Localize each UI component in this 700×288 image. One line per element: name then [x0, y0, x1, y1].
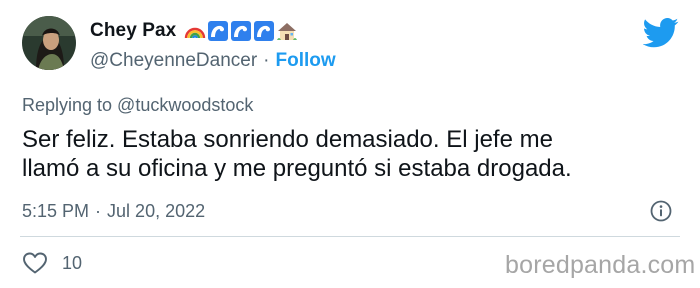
tweet-card: Chey Pax @CheyenneDancer · Follow Replyi… — [0, 0, 700, 288]
tweet-date: Jul 20, 2022 — [107, 200, 206, 221]
twitter-bird-icon[interactable] — [643, 18, 679, 48]
handle-separator: · — [263, 50, 270, 71]
like-count: 10 — [62, 252, 83, 273]
author-name-row: Chey Pax — [90, 19, 298, 43]
follow-button[interactable]: Follow — [276, 50, 336, 72]
house-emoji-icon — [277, 23, 298, 40]
watermark: boredpanda.com — [505, 251, 696, 279]
tweet-time: 5:15 PM — [22, 200, 90, 221]
tweet-text: Ser feliz. Estaba sonriendo demasiado. E… — [22, 126, 572, 182]
display-name[interactable]: Chey Pax — [90, 20, 176, 42]
name-emojis — [184, 20, 298, 42]
like-action[interactable]: 10 — [22, 250, 82, 276]
author-handle-row: @CheyenneDancer · Follow — [90, 49, 336, 73]
author-handle[interactable]: @CheyenneDancer — [90, 50, 257, 72]
timestamp-separator: · — [95, 200, 102, 221]
rainbow-emoji-icon — [185, 27, 206, 39]
heart-icon[interactable] — [22, 251, 48, 275]
wave-emoji-icon — [254, 21, 275, 41]
wave-emoji-icon — [208, 21, 229, 41]
avatar[interactable] — [22, 16, 76, 70]
tweet-timestamp[interactable]: 5:15 PM · Jul 20, 2022 — [22, 199, 205, 223]
divider — [20, 236, 680, 237]
wave-emoji-icon — [231, 21, 252, 41]
replying-to[interactable]: Replying to @tuckwoodstock — [22, 95, 253, 116]
info-icon[interactable] — [649, 199, 673, 223]
